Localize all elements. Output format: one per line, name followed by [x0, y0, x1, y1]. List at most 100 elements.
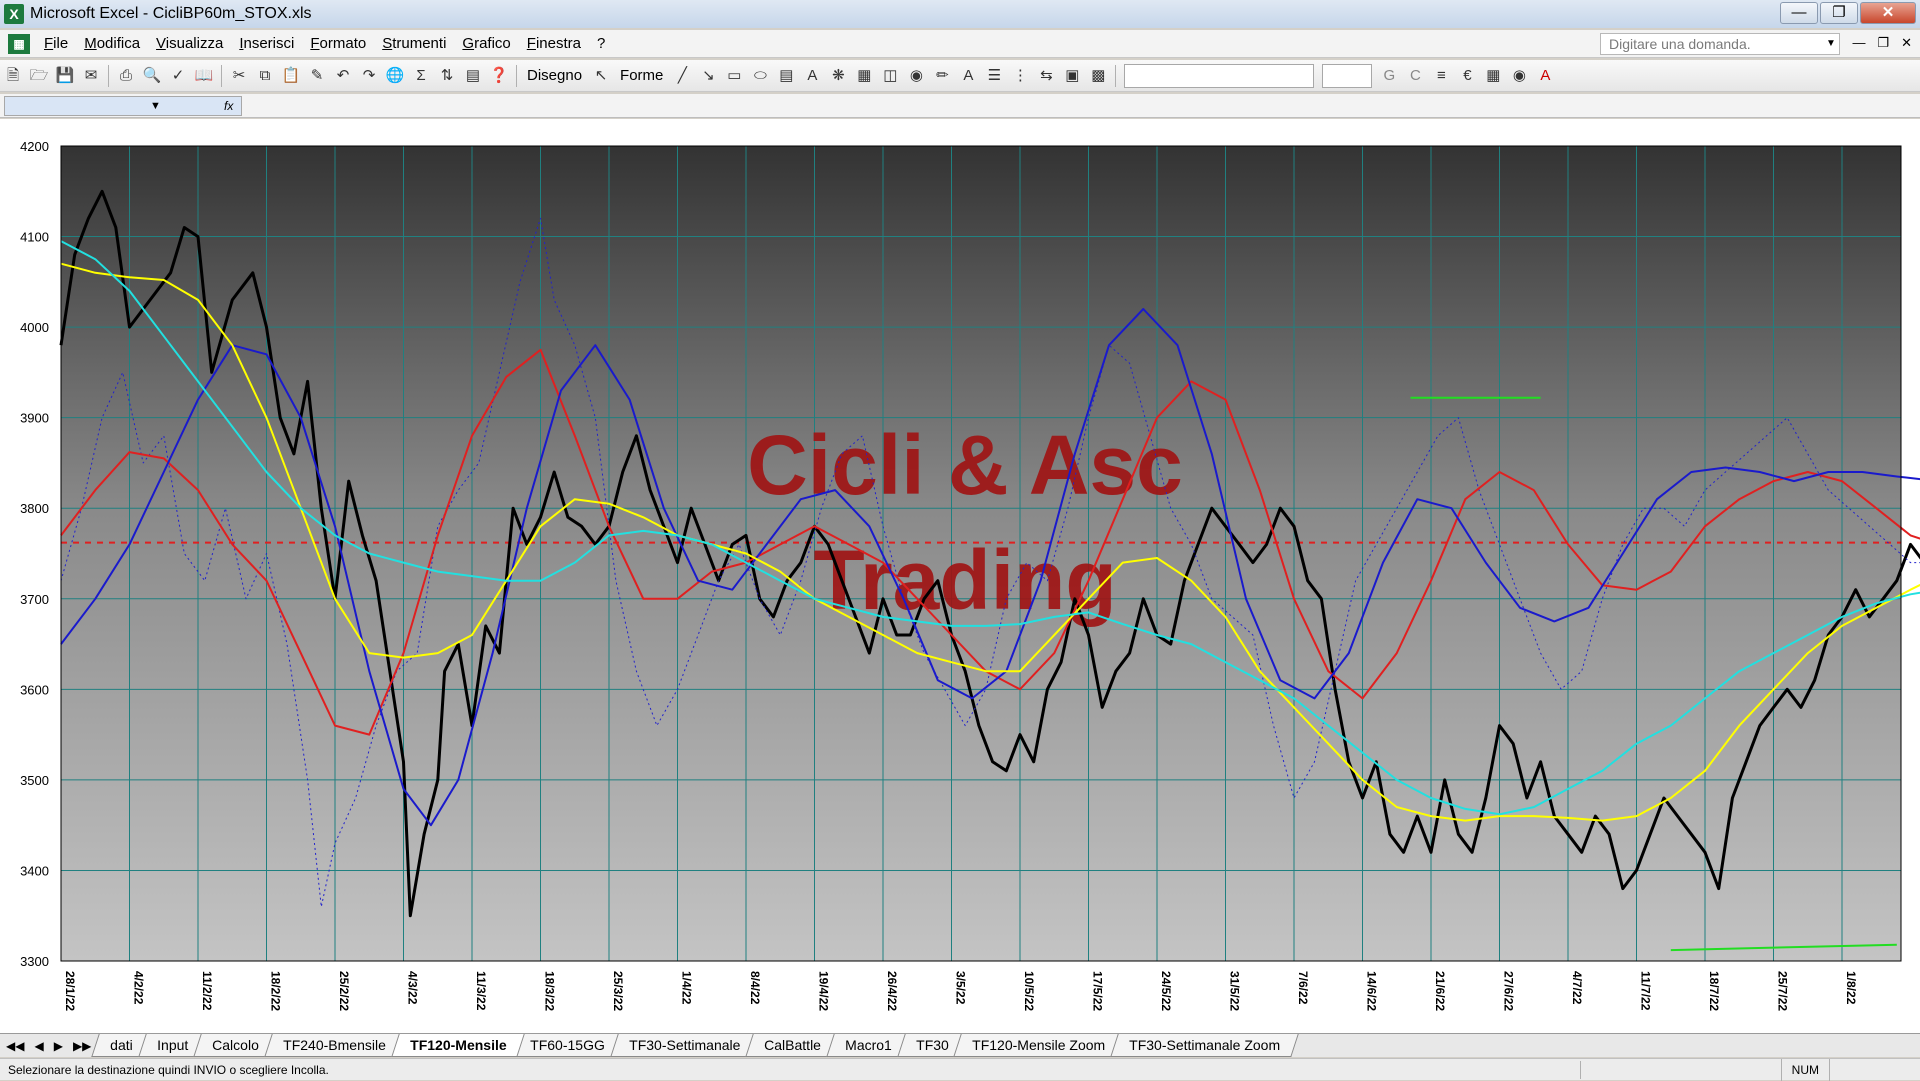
menu-grafico[interactable]: Grafico [454, 30, 518, 58]
sheet-tab-label: dati [110, 1037, 134, 1053]
open-icon[interactable]: 🗁 [27, 64, 51, 88]
first-sheet-icon[interactable]: ◀◀ [6, 1039, 24, 1053]
chart-wizard-icon[interactable]: ▤ [461, 64, 485, 88]
title-bar: X Microsoft Excel - CicliBP60m_STOX.xls … [0, 0, 1920, 28]
align-icon[interactable]: ≡ [1429, 64, 1453, 88]
textbox-icon[interactable]: ▤ [774, 64, 798, 88]
hyperlink-icon[interactable]: 🌐 [383, 64, 407, 88]
watermark-title: Cicli & Asc [747, 418, 1183, 512]
font-name-dropdown[interactable] [1124, 63, 1315, 88]
redo-icon[interactable]: ↷ [357, 64, 381, 88]
next-sheet-icon[interactable]: ▶ [54, 1039, 63, 1053]
window-title: Microsoft Excel - CicliBP60m_STOX.xls [30, 5, 312, 22]
sheet-tab[interactable]: TF120-Mensile Zoom [953, 1034, 1124, 1057]
new-icon[interactable]: 🗎 [1, 64, 25, 88]
price-cycles-chart[interactable]: 4200 4100 4000 3900 3800 3700 3600 3500 3400 3300… [0, 119, 1920, 1033]
drawing-menu-button[interactable]: Disegno [521, 64, 588, 88]
toolbar-separator [108, 64, 109, 87]
cut-icon[interactable]: ✂ [227, 64, 251, 88]
sheet-tab[interactable]: TF60-15GG [511, 1034, 624, 1057]
x-tick-label: 19/4/22 [817, 971, 831, 1011]
num-lock-indicator: NUM [1780, 1059, 1830, 1081]
euro-button[interactable]: € [1455, 64, 1479, 88]
borders-icon[interactable]: ▦ [1481, 64, 1505, 88]
chevron-down-icon[interactable]: ▼ [150, 96, 161, 116]
italic-button[interactable]: C [1403, 64, 1427, 88]
shadow-icon[interactable]: ▣ [1060, 64, 1084, 88]
autosum-icon[interactable]: Σ [409, 64, 433, 88]
menu-formato[interactable]: Formato [302, 30, 374, 58]
x-tick-label: 1/4/22 [680, 971, 694, 1005]
paste-icon[interactable]: 📋 [279, 64, 303, 88]
menu-strumenti[interactable]: Strumenti [374, 30, 454, 58]
copy-icon[interactable]: ⧉ [253, 64, 277, 88]
restore-button[interactable]: ❐ [1820, 2, 1858, 24]
minimize-button[interactable]: — [1780, 2, 1818, 24]
bold-button[interactable]: G [1377, 64, 1401, 88]
format-painter-icon[interactable]: ✎ [305, 64, 329, 88]
research-icon[interactable]: 📖 [192, 64, 216, 88]
clipart-icon[interactable]: ▦ [852, 64, 876, 88]
dash-style-icon[interactable]: ⋮ [1008, 64, 1032, 88]
sheet-tab-label: TF30 [915, 1037, 949, 1053]
chart-area[interactable]: 4200 4100 4000 3900 3800 3700 3600 3500 3400 3300… [0, 119, 1920, 1033]
font-size-dropdown[interactable] [1322, 63, 1373, 88]
print-preview-icon[interactable]: 🔍 [140, 64, 164, 88]
sheet-tab[interactable]: TF30-Settimanale Zoom [1110, 1034, 1299, 1057]
menu-help[interactable]: ? [589, 30, 613, 58]
previous-sheet-icon[interactable]: ◀ [34, 1039, 43, 1053]
menu-modifica[interactable]: Modifica [76, 30, 148, 58]
fill-color-icon[interactable]: ◉ [904, 64, 928, 88]
menu-visualizza[interactable]: Visualizza [148, 30, 231, 58]
menu-file[interactable]: File [36, 30, 76, 58]
sheet-tab[interactable]: TF120-Mensile [390, 1034, 525, 1057]
picture-icon[interactable]: ◫ [878, 64, 902, 88]
font-color-icon[interactable]: A [1533, 64, 1557, 88]
line-icon[interactable]: ╱ [670, 64, 694, 88]
line-color-icon[interactable]: ✏ [930, 64, 954, 88]
doc-close-button[interactable]: ✕ [1901, 35, 1912, 51]
sheet-tab[interactable]: TF240-Bmensile [264, 1034, 405, 1057]
close-button[interactable]: ✕ [1860, 2, 1916, 24]
diagram-icon[interactable]: ❋ [826, 64, 850, 88]
sort-icon[interactable]: ⇅ [435, 64, 459, 88]
sheet-tab-label: Macro1 [844, 1037, 892, 1053]
spelling-icon[interactable]: ✓ [166, 64, 190, 88]
sheet-tab[interactable]: CalBattle [745, 1034, 840, 1057]
arrow-style-icon[interactable]: ⇆ [1034, 64, 1058, 88]
autoshapes-menu-button[interactable]: Forme [614, 64, 669, 88]
last-sheet-icon[interactable]: ▶▶ [73, 1039, 91, 1053]
name-box[interactable] [4, 96, 242, 116]
ask-question-input[interactable]: Digitare una domanda. [1600, 33, 1840, 55]
sheet-tab-label: TF30-Settimanale Zoom [1129, 1037, 1281, 1053]
font-color-icon[interactable]: A [956, 64, 980, 88]
function-icon[interactable]: fx [224, 96, 233, 116]
menu-finestra[interactable]: Finestra [519, 30, 589, 58]
menu-inserisci[interactable]: Inserisci [231, 30, 302, 58]
select-objects-icon[interactable]: ↖ [589, 64, 613, 88]
help-icon[interactable]: ❓ [487, 64, 511, 88]
line-style-icon[interactable]: ☰ [982, 64, 1006, 88]
y-tick-label: 3800 [20, 501, 49, 516]
print-icon[interactable]: ⎙ [114, 64, 138, 88]
permission-icon[interactable]: ✉ [79, 64, 103, 88]
x-tick-label: 31/5/22 [1228, 971, 1242, 1011]
save-icon[interactable]: 💾 [53, 64, 77, 88]
sheet-tab[interactable]: TF30-Settimanale [609, 1034, 759, 1057]
wordart-icon[interactable]: A [800, 64, 824, 88]
arrow-icon[interactable]: ↘ [696, 64, 720, 88]
sheet-tab-label: Input [157, 1037, 189, 1053]
doc-minimize-button[interactable]: — [1852, 35, 1865, 51]
x-tick-label: 7/6/22 [1296, 971, 1310, 1005]
fill-color-icon[interactable]: ◉ [1507, 64, 1531, 88]
doc-restore-button[interactable]: ❐ [1877, 35, 1889, 51]
rectangle-icon[interactable]: ▭ [722, 64, 746, 88]
y-tick-label: 3900 [20, 411, 49, 426]
workbook-icon[interactable]: ▦ [8, 33, 30, 54]
undo-icon[interactable]: ↶ [331, 64, 355, 88]
3d-icon[interactable]: ▩ [1086, 64, 1110, 88]
oval-icon[interactable]: ⬭ [748, 64, 772, 88]
sheet-tab-label: CalBattle [764, 1037, 821, 1053]
chevron-down-icon[interactable]: ▼ [1822, 33, 1840, 55]
x-tick-label: 18/7/22 [1707, 971, 1721, 1011]
